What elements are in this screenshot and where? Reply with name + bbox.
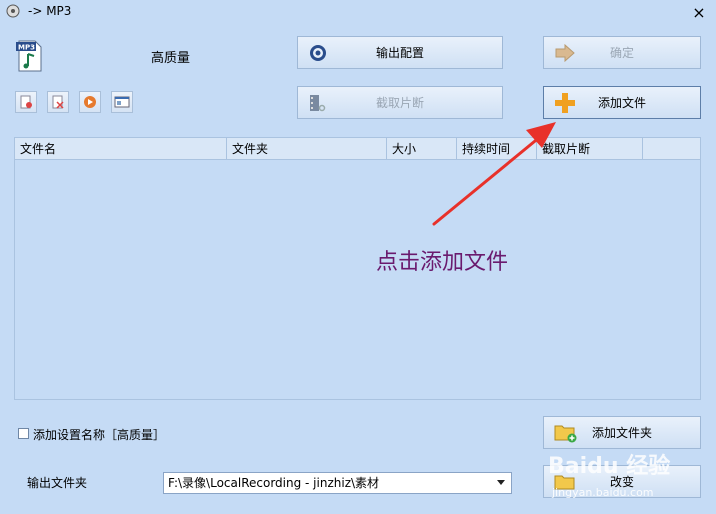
file-list-header: 文件名 文件夹 大小 持续时间 截取片断 [15, 138, 700, 160]
film-scissors-icon [310, 94, 326, 111]
remove-button[interactable] [15, 91, 37, 113]
clear-list-icon [52, 95, 64, 109]
baidu-watermark-url: jingyan.baidu.com [552, 486, 654, 499]
add-folder-button[interactable]: 添加文件夹 [543, 416, 701, 449]
add-setting-name-label: 添加设置名称［高质量］ [33, 428, 166, 442]
baidu-watermark: Baidu 经验 [548, 454, 671, 479]
annotation-arrow [432, 122, 556, 226]
file-list[interactable]: 文件名 文件夹 大小 持续时间 截取片断 [14, 137, 701, 400]
column-header-folder[interactable]: 文件夹 [227, 138, 387, 160]
output-config-button[interactable]: 输出配置 [297, 36, 503, 69]
add-setting-name-checkbox[interactable] [18, 428, 29, 439]
play-icon [84, 96, 96, 108]
info-button[interactable] [111, 91, 133, 113]
close-button[interactable]: × [688, 3, 710, 23]
output-folder-path: F:\录像\LocalRecording - jinzhiz\素材 [168, 476, 380, 490]
folder-add-icon [554, 425, 577, 442]
arrow-right-icon [555, 43, 575, 62]
title-bar: -> MP3 × [0, 0, 716, 26]
play-button[interactable] [79, 91, 101, 113]
add-file-label: 添加文件 [597, 96, 646, 110]
info-window-icon [114, 96, 130, 108]
output-folder-label: 输出文件夹 [27, 476, 88, 490]
dropdown-arrow-icon [497, 480, 505, 485]
column-header-empty [643, 138, 700, 160]
annotation-text: 点击添加文件 [376, 250, 509, 275]
output-config-label: 输出配置 [375, 46, 424, 60]
confirm-button[interactable]: 确定 [543, 36, 701, 69]
remove-file-icon [20, 95, 32, 109]
gear-icon [310, 44, 326, 61]
app-icon [6, 4, 20, 18]
clear-button[interactable] [47, 91, 69, 113]
window-title: -> MP3 [28, 4, 72, 18]
column-header-filename[interactable]: 文件名 [15, 138, 227, 160]
cut-clip-label: 截取片断 [375, 96, 424, 110]
quality-label: 高质量 [151, 51, 191, 66]
mp3-icon-label: MP3 [18, 44, 35, 52]
mp3-file-icon: MP3 [16, 40, 42, 72]
output-folder-select[interactable]: F:\录像\LocalRecording - jinzhiz\素材 [163, 472, 512, 494]
add-folder-label: 添加文件夹 [591, 426, 652, 440]
confirm-label: 确定 [609, 46, 634, 60]
